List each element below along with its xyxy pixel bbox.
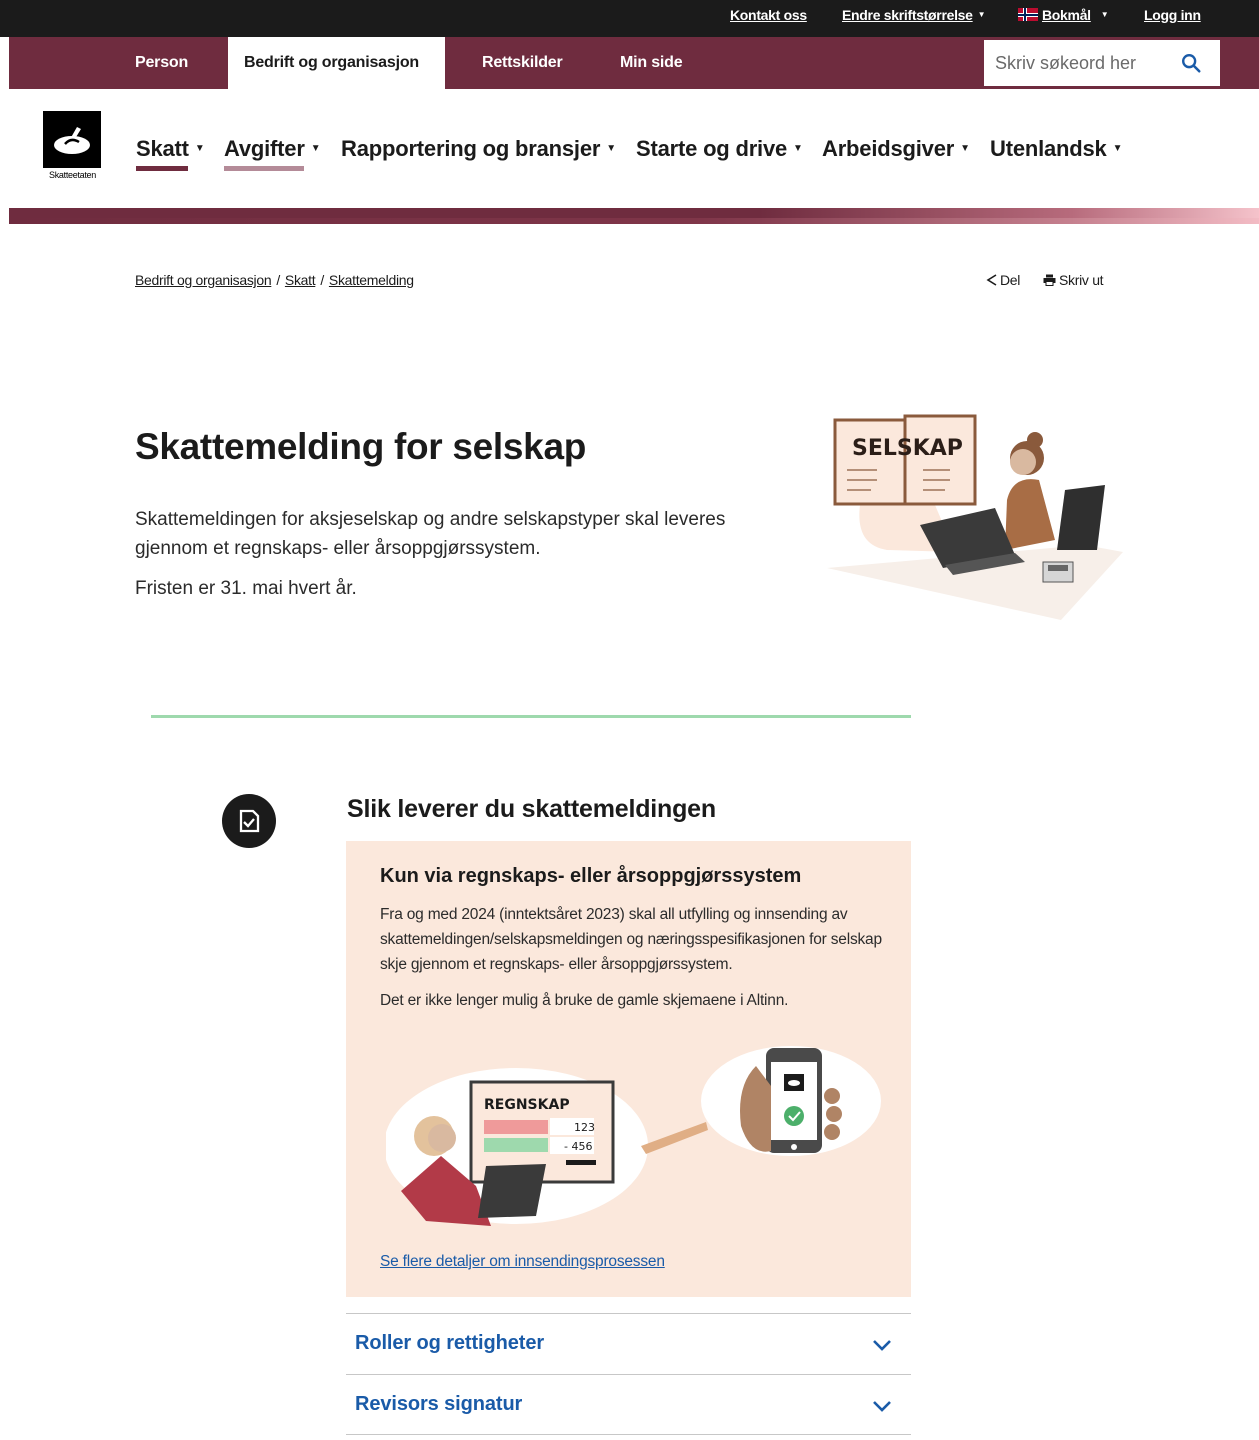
logo-hand-icon bbox=[54, 127, 90, 154]
caret-down-icon: ▼ bbox=[1112, 143, 1123, 154]
tab-min-side[interactable]: Min side bbox=[620, 37, 683, 89]
accordion-revisor[interactable]: Revisors signatur bbox=[346, 1374, 911, 1435]
tab-person[interactable]: Person bbox=[135, 37, 188, 89]
share-label: Del bbox=[1000, 272, 1021, 288]
search-icon[interactable] bbox=[1180, 52, 1202, 74]
subnav-label: Skatt bbox=[136, 136, 189, 161]
submission-illustration: REGNSKAP 123 - 456 bbox=[386, 1046, 881, 1226]
font-size-menu[interactable]: Endre skriftstørrelse ▼ bbox=[842, 7, 986, 23]
language-label: Bokmål bbox=[1042, 7, 1091, 23]
breadcrumb-link[interactable]: Skattemelding bbox=[329, 272, 414, 288]
deadline-text: Fristen er 31. mai hvert år. bbox=[135, 578, 357, 599]
share-button[interactable]: Del bbox=[986, 272, 1020, 288]
print-label: Skriv ut bbox=[1059, 272, 1104, 288]
subnav-label: Avgifter bbox=[224, 136, 305, 161]
main-nav: Person Bedrift og organisasjon Rettskild… bbox=[9, 37, 1259, 89]
share-icon bbox=[986, 274, 997, 286]
accordion-label: Roller og rettigheter bbox=[355, 1332, 545, 1354]
info-box-text: Fra og med 2024 (inntektsåret 2023) skal… bbox=[380, 906, 882, 973]
printer-icon bbox=[1043, 274, 1056, 286]
breadcrumb: Bedrift og organisasjon / Skatt / Skattemeld… bbox=[135, 272, 414, 288]
chevron-down-icon bbox=[873, 1401, 891, 1412]
utility-bar: Kontakt oss Endre skriftstørrelse ▼ Bokmå… bbox=[0, 0, 1259, 37]
hero-illustration: SELSKAP bbox=[827, 414, 1123, 620]
lead-text: Skattemeldingen for aksjeselskap og andr… bbox=[135, 509, 726, 559]
subnav-starte[interactable]: Starte og drive ▼ bbox=[636, 136, 803, 162]
breadcrumb-separator: / bbox=[276, 272, 280, 288]
section-divider bbox=[151, 715, 911, 718]
subnav-rapportering[interactable]: Rapportering og bransjer ▼ bbox=[341, 136, 616, 162]
illustration-value-1: 123 bbox=[574, 1121, 595, 1134]
logo[interactable]: Skatteetaten bbox=[43, 111, 102, 181]
subnav-arbeidsgiver[interactable]: Arbeidsgiver ▼ bbox=[822, 136, 970, 162]
search-input[interactable] bbox=[984, 40, 1164, 86]
tab-rettskilder[interactable]: Rettskilder bbox=[482, 37, 563, 89]
chevron-down-icon bbox=[873, 1340, 891, 1351]
contact-link[interactable]: Kontakt oss bbox=[730, 7, 807, 23]
accordion-roller[interactable]: Roller og rettigheter bbox=[346, 1313, 911, 1374]
subnav-label: Arbeidsgiver bbox=[822, 136, 955, 161]
subnav-hover-underline bbox=[224, 166, 304, 171]
breadcrumb-link[interactable]: Bedrift og organisasjon bbox=[135, 272, 272, 288]
font-size-label: Endre skriftstørrelse bbox=[842, 7, 973, 23]
subnav-label: Rapportering og bransjer bbox=[341, 136, 601, 161]
illustration-screen-title: REGNSKAP bbox=[484, 1097, 570, 1113]
breadcrumb-link[interactable]: Skatt bbox=[285, 272, 316, 288]
logo-mark bbox=[43, 111, 101, 168]
breadcrumb-separator: / bbox=[320, 272, 324, 288]
print-button[interactable]: Skriv ut bbox=[1043, 272, 1104, 288]
language-menu[interactable]: Bokmål ▼ bbox=[1018, 7, 1109, 23]
caret-down-icon: ▼ bbox=[977, 10, 986, 19]
caret-down-icon: ▼ bbox=[793, 143, 803, 154]
submission-details-link[interactable]: Se flere detaljer om innsendingsprosesse… bbox=[380, 1253, 665, 1271]
login-link[interactable]: Logg inn bbox=[1144, 7, 1201, 23]
norway-flag-icon bbox=[1018, 8, 1038, 21]
header-band bbox=[9, 208, 1259, 224]
subnav-avgifter[interactable]: Avgifter ▼ bbox=[224, 136, 321, 162]
caret-down-icon: ▼ bbox=[1100, 10, 1109, 19]
subnav-active-underline bbox=[136, 166, 188, 171]
document-check-icon bbox=[222, 794, 276, 848]
search-box bbox=[984, 40, 1220, 86]
caret-down-icon: ▼ bbox=[606, 143, 616, 154]
caret-down-icon: ▼ bbox=[960, 143, 970, 154]
accordion-label: Revisors signatur bbox=[355, 1393, 523, 1415]
info-box-title: Kun via regnskaps- eller årsoppgjørssyst… bbox=[380, 865, 802, 887]
subnav-skatt[interactable]: Skatt ▼ bbox=[136, 136, 205, 162]
section-title: Slik leverer du skattemeldingen bbox=[347, 795, 716, 823]
info-box-text-2: Det er ikke lenger mulig å bruke de gaml… bbox=[380, 992, 789, 1009]
page-title: Skattemelding for selskap bbox=[135, 426, 587, 467]
caret-down-icon: ▼ bbox=[310, 143, 321, 154]
subnav-label: Utenlandsk bbox=[990, 136, 1107, 161]
illustration-value-2: - 456 bbox=[564, 1140, 592, 1153]
subnav-label: Starte og drive bbox=[636, 136, 788, 161]
caret-down-icon: ▼ bbox=[194, 143, 205, 154]
illustration-sign-text: SELSKAP bbox=[852, 436, 963, 461]
tab-bedrift[interactable]: Bedrift og organisasjon bbox=[228, 37, 445, 89]
logo-text: Skatteetaten bbox=[49, 170, 96, 180]
subnav-utenlandsk[interactable]: Utenlandsk ▼ bbox=[990, 136, 1122, 162]
info-box: Kun via regnskaps- eller årsoppgjørssyst… bbox=[346, 841, 911, 1297]
